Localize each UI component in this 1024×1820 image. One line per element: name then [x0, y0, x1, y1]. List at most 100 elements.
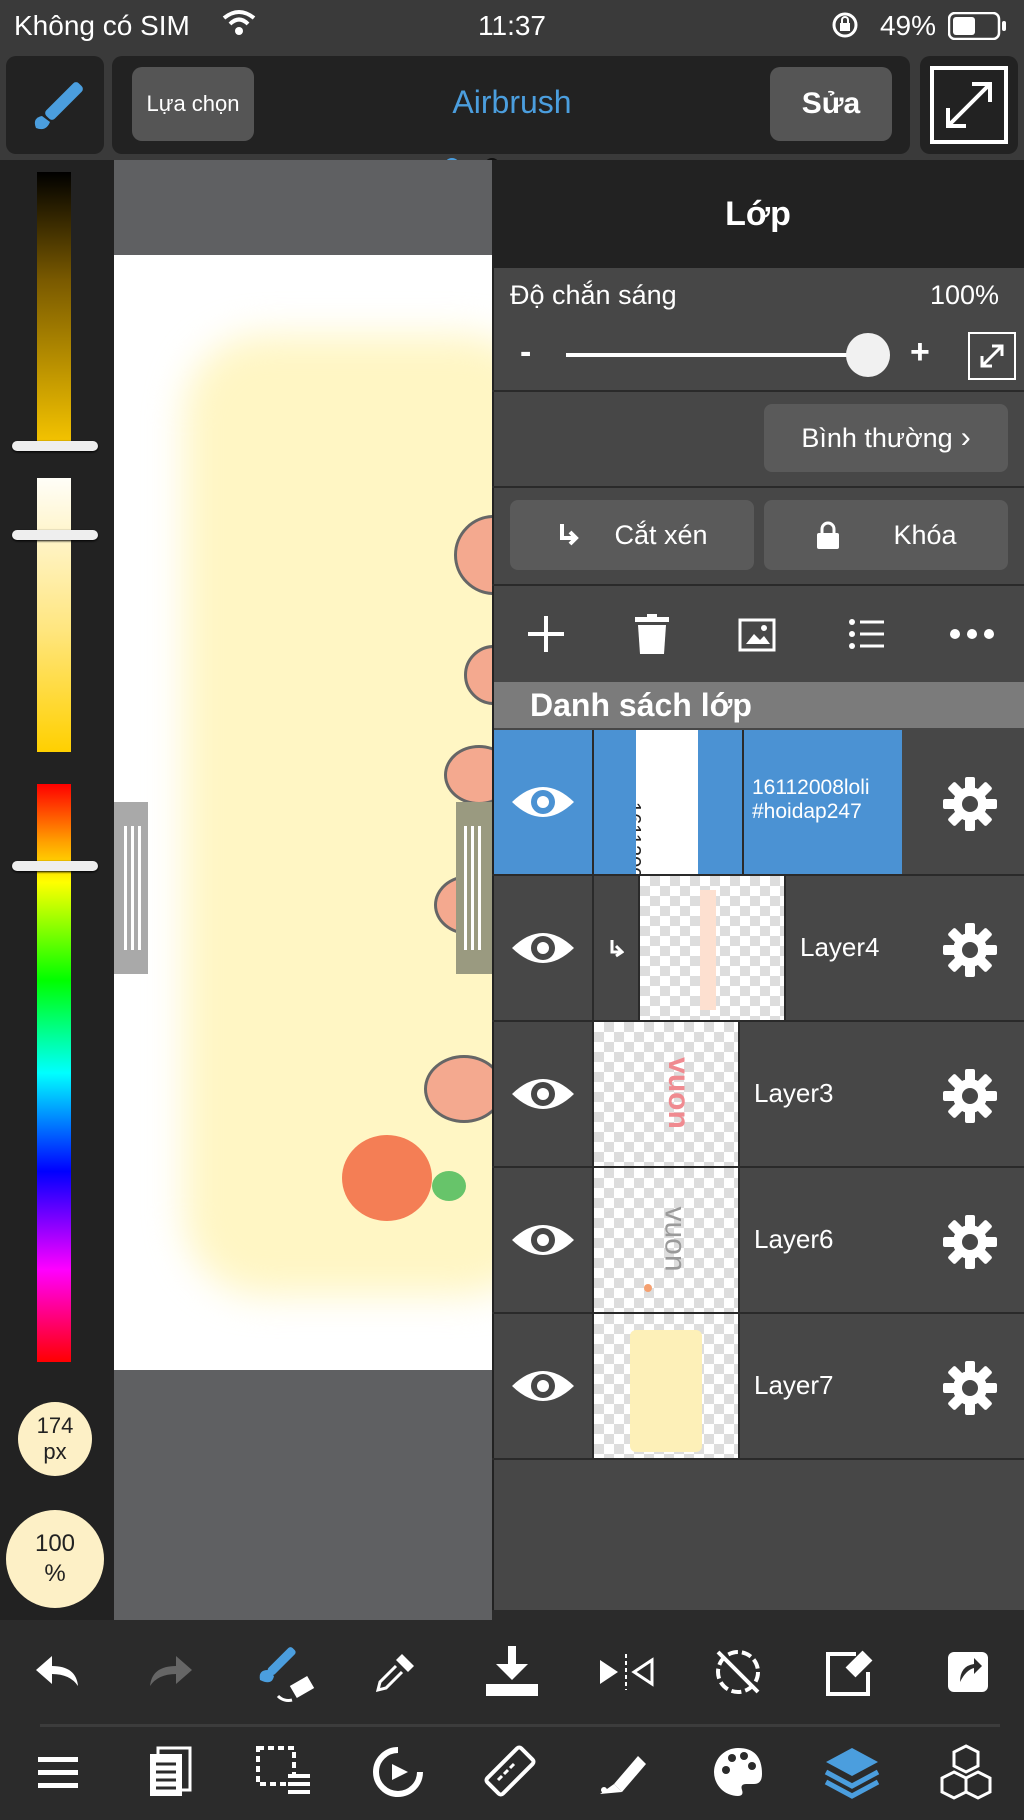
brush-opacity-value: 100 — [34, 1530, 76, 1557]
gear-icon — [943, 777, 997, 831]
layer-thumbnail — [640, 876, 784, 1020]
opacity-slider[interactable] — [566, 353, 866, 357]
visibility-toggle[interactable] — [494, 876, 592, 1020]
edit-canvas-icon — [826, 1650, 873, 1696]
clipping-indicator-icon — [606, 938, 624, 958]
selection-icon — [256, 1746, 310, 1794]
opacity-expand-button[interactable] — [968, 332, 1016, 380]
opacity-plus-button[interactable]: + — [910, 333, 930, 372]
layer-thumbnail — [594, 1314, 738, 1458]
ruler-button[interactable] — [470, 1732, 550, 1812]
edit-button[interactable]: Sửa — [770, 67, 892, 141]
gear-icon — [943, 1215, 997, 1269]
gear-icon — [943, 1069, 997, 1123]
rotation-off-icon — [716, 1650, 760, 1694]
more-options-button[interactable] — [932, 594, 1012, 674]
pages-button[interactable] — [130, 1732, 210, 1812]
divider — [492, 486, 1024, 488]
clipping-label: Cắt xén — [614, 519, 708, 550]
redo-button[interactable] — [130, 1632, 210, 1712]
brush-tool-button[interactable] — [6, 56, 104, 154]
drawing-canvas[interactable] — [114, 255, 492, 1370]
menu-button[interactable] — [18, 1732, 98, 1812]
layer-row[interactable]: 16112008loli #hoidap247 16112008loli #ho… — [494, 730, 1024, 874]
chevron-right-icon: › — [960, 421, 971, 454]
layer-thumbnail-text: vuon — [658, 1206, 692, 1272]
brush-size-indicator[interactable]: 174 px — [18, 1402, 92, 1476]
palette-button[interactable] — [698, 1732, 778, 1812]
blend-mode-label: Bình thường — [801, 422, 953, 453]
layer-thumbnail-text: 16112008loli #hoidap247 — [636, 802, 644, 874]
layer-row[interactable]: Layer7 — [494, 1314, 1024, 1458]
undo-button[interactable] — [18, 1632, 98, 1712]
layer-list-button[interactable] — [826, 594, 906, 674]
layer-panel-title: Lớp — [492, 160, 1024, 268]
canvas-yellow-fill — [184, 335, 492, 1295]
transform-button[interactable] — [812, 1632, 892, 1712]
more-icon — [950, 629, 994, 639]
layer-row[interactable]: Layer4 — [494, 876, 1024, 1020]
layer-name: Layer3 — [754, 1078, 834, 1108]
left-canvas-handle[interactable] — [114, 802, 148, 974]
layer-settings-button[interactable] — [942, 1360, 998, 1416]
select-button[interactable]: Lựa chọn — [132, 67, 254, 141]
layer-name-line2: #hoidap247 — [752, 800, 862, 823]
layer-name-line1: 16112008loli — [752, 776, 870, 799]
layer-thumbnail: vuon — [594, 1168, 738, 1312]
layers-button[interactable] — [812, 1732, 892, 1812]
layer-settings-button[interactable] — [942, 1214, 998, 1270]
share-button[interactable] — [928, 1632, 1008, 1712]
layer-settings-button[interactable] — [942, 1068, 998, 1124]
selection-button[interactable] — [244, 1732, 324, 1812]
divider — [492, 1458, 1024, 1460]
layer-settings-button[interactable] — [942, 776, 998, 832]
layer-row[interactable]: vuon Layer3 — [494, 1022, 1024, 1166]
visibility-toggle[interactable] — [494, 730, 592, 874]
layer-name: Layer6 — [754, 1224, 834, 1254]
visibility-toggle[interactable] — [494, 1022, 592, 1166]
blend-mode-button[interactable]: Bình thường › — [764, 404, 1008, 472]
3d-materials-button[interactable] — [926, 1732, 1006, 1812]
brightness-handle[interactable] — [12, 441, 98, 451]
delete-layer-button[interactable] — [612, 594, 692, 674]
right-canvas-handle[interactable] — [456, 802, 492, 974]
eye-icon — [512, 787, 574, 817]
opacity-minus-button[interactable]: - — [520, 333, 531, 372]
saturation-handle[interactable] — [12, 530, 98, 540]
lock-button[interactable]: Khóa — [764, 500, 1008, 570]
rotate-reset-button[interactable] — [698, 1632, 778, 1712]
visibility-toggle[interactable] — [494, 1314, 592, 1458]
saturation-slider[interactable] — [37, 478, 71, 752]
visibility-toggle[interactable] — [494, 1168, 592, 1312]
layer-settings-button[interactable] — [942, 922, 998, 978]
fill-button[interactable] — [472, 1632, 552, 1712]
layer-separator — [742, 730, 744, 874]
hue-handle[interactable] — [12, 861, 98, 871]
fullscreen-button[interactable] — [920, 56, 1018, 154]
add-layer-button[interactable] — [506, 594, 586, 674]
brush-opacity-indicator[interactable]: 100 % — [6, 1510, 104, 1608]
palette-icon — [714, 1748, 762, 1796]
status-bar: Không có SIM 11:37 49% — [0, 0, 1024, 52]
clipping-icon — [560, 524, 580, 546]
flip-button[interactable] — [586, 1632, 666, 1712]
brush-eraser-toggle-button[interactable] — [244, 1632, 324, 1712]
clock: 11:37 — [478, 10, 546, 41]
brush-opacity-unit: % — [44, 1560, 66, 1587]
rotation-lock-icon — [830, 10, 860, 40]
hamburger-icon — [38, 1757, 78, 1788]
layer-row[interactable]: vuon Layer6 — [494, 1168, 1024, 1312]
eyedropper-button[interactable] — [356, 1632, 436, 1712]
layer-image-button[interactable] — [718, 594, 798, 674]
clipping-button[interactable]: Cắt xén — [510, 500, 754, 570]
plus-icon — [528, 616, 564, 652]
pen-button[interactable] — [584, 1732, 664, 1812]
brightness-slider[interactable] — [37, 172, 71, 444]
brush-size-value: 174 — [36, 1413, 74, 1438]
expand-icon — [980, 344, 1004, 368]
opacity-slider-thumb[interactable] — [846, 333, 890, 377]
tool-name[interactable]: Airbrush — [380, 84, 644, 121]
layer-separator — [592, 730, 594, 874]
list-icon — [849, 619, 884, 649]
transform-rotate-button[interactable] — [358, 1732, 438, 1812]
